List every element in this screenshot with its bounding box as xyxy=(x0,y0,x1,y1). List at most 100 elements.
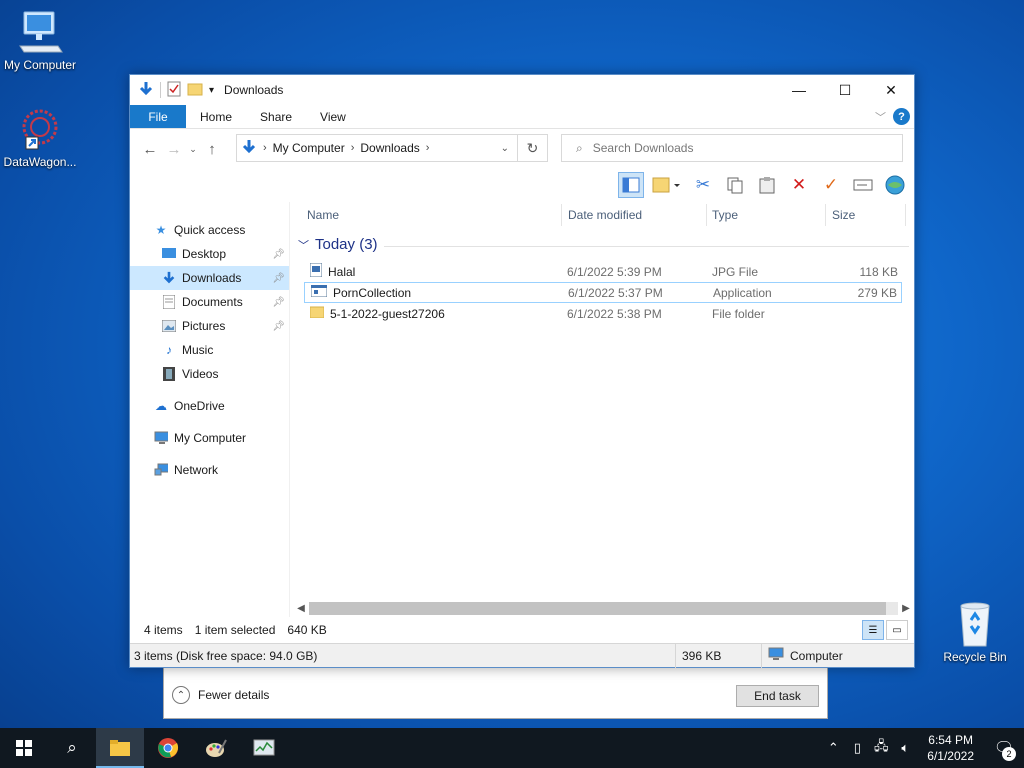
ribbon-tabs: File Home Share View ﹀ ? xyxy=(130,105,914,129)
nav-videos[interactable]: Videos xyxy=(130,362,289,386)
forward-button[interactable]: → xyxy=(162,141,186,158)
desktop-icon-recycle-bin[interactable]: Recycle Bin xyxy=(935,600,1015,664)
total-size: 396 KB xyxy=(676,643,762,668)
large-icons-view-icon[interactable]: ▭ xyxy=(886,620,908,640)
rename-icon[interactable] xyxy=(850,172,876,198)
computer-icon xyxy=(768,647,784,664)
up-button[interactable]: ↑ xyxy=(200,141,224,158)
taskbar-file-explorer[interactable] xyxy=(96,728,144,768)
clock[interactable]: 6:54 PM 6/1/2022 xyxy=(917,732,984,764)
tab-share[interactable]: Share xyxy=(246,105,306,128)
new-folder-icon[interactable] xyxy=(187,82,203,99)
explorer-window: ▾ Downloads — ☐ ✕ File Home Share View ﹀… xyxy=(129,74,915,668)
close-button[interactable]: ✕ xyxy=(868,75,914,105)
group-header-today[interactable]: ﹀ Today (3) xyxy=(298,236,909,253)
fewer-details-label: Fewer details xyxy=(198,688,270,702)
file-row[interactable]: Halal 6/1/2022 5:39 PM JPG File 118 KB xyxy=(304,261,902,282)
horizontal-scrollbar[interactable]: ◀ ▶ xyxy=(293,600,914,617)
maximize-button[interactable]: ☐ xyxy=(822,75,868,105)
properties-icon[interactable] xyxy=(167,81,181,100)
scroll-thumb[interactable] xyxy=(309,602,887,615)
end-task-button[interactable]: End task xyxy=(736,685,819,707)
desktop-icon-datawagon[interactable]: DataWagon... xyxy=(0,105,80,169)
column-name[interactable]: Name xyxy=(307,208,339,222)
nav-desktop[interactable]: Desktop 📌︎ xyxy=(130,242,289,266)
taskbar-task-manager[interactable] xyxy=(240,728,288,768)
volume-icon[interactable]: 🔈︎ xyxy=(893,740,917,756)
action-center-button[interactable]: 🗨︎ 2 xyxy=(984,728,1024,768)
videos-icon xyxy=(162,367,176,381)
minimize-button[interactable]: — xyxy=(776,75,822,105)
details-view-icon[interactable]: ☰ xyxy=(862,620,884,640)
recent-locations-icon[interactable]: ⌄ xyxy=(186,144,200,155)
nav-label: Documents xyxy=(182,295,243,309)
cloud-icon: ☁ xyxy=(155,399,167,413)
taskbar-paint[interactable] xyxy=(192,728,240,768)
datawagon-icon xyxy=(16,105,64,153)
column-date-modified[interactable]: Date modified xyxy=(568,208,642,222)
delete-icon[interactable]: ✕ xyxy=(786,172,812,198)
file-row[interactable]: 5-1-2022-guest27206 6/1/2022 5:38 PM Fil… xyxy=(304,303,902,324)
chevron-right-icon: › xyxy=(263,142,267,154)
file-type: JPG File xyxy=(712,264,759,279)
desktop-icon-label: DataWagon... xyxy=(3,155,77,169)
nav-label: Quick access xyxy=(174,223,246,237)
breadcrumb-my-computer[interactable]: My Computer xyxy=(273,141,345,155)
tab-home[interactable]: Home xyxy=(186,105,246,128)
address-bar[interactable]: › My Computer › Downloads › ⌄ ↻ xyxy=(236,134,548,162)
desktop-icon-label: Recycle Bin xyxy=(943,650,1007,664)
desktop-icon-label: My Computer xyxy=(3,58,77,72)
column-size[interactable]: Size xyxy=(832,208,855,222)
cut-icon[interactable]: ✂ xyxy=(690,172,716,198)
nav-downloads[interactable]: Downloads 📌︎ xyxy=(130,266,289,290)
scroll-left-icon[interactable]: ◀ xyxy=(293,603,309,614)
help-button[interactable]: ? xyxy=(893,108,910,125)
chevron-right-icon[interactable]: › xyxy=(351,142,355,154)
nav-my-computer[interactable]: My Computer xyxy=(130,426,289,450)
start-button[interactable] xyxy=(0,728,48,768)
view-menu-icon[interactable] xyxy=(650,172,684,198)
customize-dropdown-icon[interactable]: ▾ xyxy=(209,85,214,96)
back-button[interactable]: ← xyxy=(138,141,162,158)
search-input[interactable]: Search Downloads xyxy=(593,141,694,155)
globe-icon[interactable] xyxy=(882,172,908,198)
tab-file[interactable]: File xyxy=(130,105,186,128)
application-icon xyxy=(310,284,328,300)
tab-view[interactable]: View xyxy=(306,105,360,128)
search-box[interactable]: ⌕ Search Downloads xyxy=(561,134,903,162)
nav-network[interactable]: Network xyxy=(130,458,289,482)
preview-pane-icon[interactable] xyxy=(618,172,644,198)
window-controls: — ☐ ✕ xyxy=(776,75,914,105)
navigation-bar: ← → ⌄ ↑ › My Computer › Downloads › ⌄ ↻ … xyxy=(130,129,914,169)
scroll-right-icon[interactable]: ▶ xyxy=(898,603,914,614)
network-icon[interactable]: 🖧︎ xyxy=(869,737,893,759)
copy-icon[interactable] xyxy=(722,172,748,198)
nav-quick-access[interactable]: ★ Quick access xyxy=(130,218,289,242)
file-size: 118 KB xyxy=(859,264,898,279)
nav-music[interactable]: ♪ Music xyxy=(130,338,289,362)
file-row-selected[interactable]: PornCollection 6/1/2022 5:37 PM Applicat… xyxy=(304,282,902,303)
disk-summary: 3 items (Disk free space: 94.0 GB) xyxy=(130,643,676,668)
nav-pictures[interactable]: Pictures 📌︎ xyxy=(130,314,289,338)
chevron-up-icon: ⌃ xyxy=(172,686,190,704)
file-list: Name Date modified Type Size ﹀ Today (3)… xyxy=(293,202,914,617)
chevron-up-icon[interactable]: ⌃ xyxy=(821,740,845,756)
search-icon[interactable]: ⌕ xyxy=(48,728,96,768)
view-buttons: ☰ ▭ xyxy=(862,620,908,640)
chevron-right-icon[interactable]: › xyxy=(426,142,430,154)
breadcrumb-downloads[interactable]: Downloads xyxy=(360,141,419,155)
nav-documents[interactable]: Documents 📌︎ xyxy=(130,290,289,314)
column-type[interactable]: Type xyxy=(712,208,738,222)
task-manager-icon xyxy=(253,739,275,756)
refresh-button[interactable]: ↻ xyxy=(517,135,547,161)
paste-icon[interactable] xyxy=(754,172,780,198)
expand-ribbon-icon[interactable]: ﹀ xyxy=(875,109,886,125)
address-dropdown-icon[interactable]: ⌄ xyxy=(501,143,509,154)
check-icon[interactable]: ✓ xyxy=(818,172,844,198)
desktop-icon-my-computer[interactable]: My Computer xyxy=(0,8,80,72)
nav-onedrive[interactable]: ☁ OneDrive xyxy=(130,394,289,418)
tablet-icon[interactable]: ▯ xyxy=(845,740,869,756)
fewer-details-toggle[interactable]: ⌃ Fewer details xyxy=(172,686,269,704)
taskbar: ⌕ ⌃ ▯ 🖧︎ 🔈︎ 6:54 PM 6/1/2022 🗨︎ 2 xyxy=(0,728,1024,768)
taskbar-chrome[interactable] xyxy=(144,728,192,768)
